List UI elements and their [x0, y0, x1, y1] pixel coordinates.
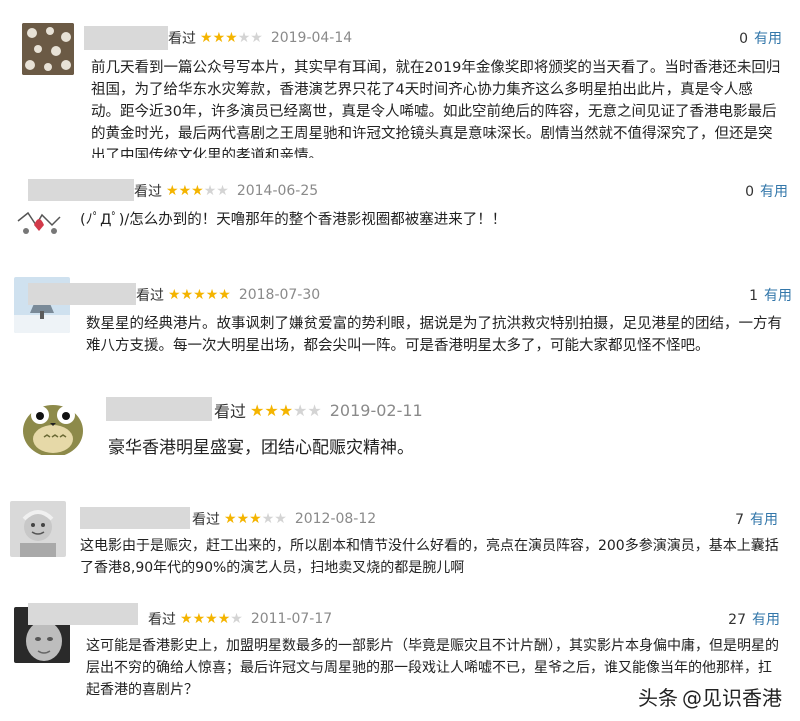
star-filled-icon: ★: [250, 400, 265, 420]
rating-stars: ★ ★ ★ ★ ★: [200, 30, 263, 46]
review-date: 2019-02-11: [329, 400, 423, 420]
star-empty-icon: ★: [237, 30, 251, 46]
review-item: 看过 ★ ★ ★ ★ ★ 2018-07-30 1 有用 数星星的经典港片。故事讽刺了嫌贫…: [0, 265, 800, 365]
review-content: 豪华香港明星盛宴，团结心配赈灾精神。: [108, 438, 414, 458]
avatar-image: [22, 23, 74, 75]
useful-votes: 7 有用: [735, 509, 778, 529]
star-filled-icon: ★: [168, 287, 181, 303]
review-date: 2019-04-14: [270, 30, 353, 46]
watermark-prefix: 头条: [638, 686, 678, 710]
review-content: (ﾉﾟДﾟ)/怎么办到的！天噜那年的整个香港影视圈都被塞进来了！！: [80, 212, 507, 228]
rating-stars: ★ ★ ★ ★ ★: [168, 287, 231, 303]
star-filled-icon: ★: [217, 611, 231, 627]
star-empty-icon: ★: [274, 511, 287, 527]
watched-status: 看过: [134, 184, 162, 200]
star-filled-icon: ★: [264, 400, 279, 420]
star-filled-icon: ★: [224, 511, 237, 527]
star-empty-icon: ★: [293, 400, 308, 420]
user-avatar[interactable]: [22, 23, 74, 75]
star-filled-icon: ★: [225, 30, 238, 46]
star-filled-icon: ★: [236, 511, 250, 527]
useful-button[interactable]: 有用: [754, 31, 782, 47]
watched-status: 看过: [214, 402, 247, 421]
star-empty-icon: ★: [230, 611, 243, 627]
watched-status: 看过: [168, 31, 196, 47]
username-redacted[interactable]: [28, 603, 138, 625]
star-filled-icon: ★: [278, 400, 294, 420]
review-date: 2014-06-25: [236, 183, 319, 199]
review-item: 看过 ★ ★ ★ ★ ★ 2019-02-11 豪华香港明星盛宴，团结心配赈灾精神。: [0, 365, 800, 485]
watched-status: 看过: [148, 612, 176, 628]
review-date: 2012-08-12: [294, 511, 377, 527]
user-avatar[interactable]: [10, 501, 66, 557]
star-empty-icon: ★: [203, 183, 217, 199]
vote-count: 1: [749, 288, 758, 304]
review-date: 2011-07-17: [250, 611, 333, 627]
star-filled-icon: ★: [200, 30, 213, 46]
watermark-handle: @见识香港: [682, 686, 782, 710]
useful-votes: 27 有用: [728, 609, 780, 629]
review-content: 数星星的经典港片。故事讽刺了嫌贫爱富的势利眼，据说是为了抗洪救灾特别拍摄，足见港…: [86, 316, 782, 354]
useful-votes: 0 有用: [739, 28, 782, 48]
username-redacted[interactable]: [28, 283, 136, 305]
star-filled-icon: ★: [249, 511, 262, 527]
watched-status: 看过: [136, 288, 164, 304]
review-item: 看过 ★ ★ ★ ★ ★ 2014-06-25 0 有用 (ﾉﾟДﾟ)/怎么办到的！天噜那…: [0, 165, 800, 265]
star-empty-icon: ★: [250, 30, 263, 46]
star-filled-icon: ★: [205, 611, 218, 627]
star-empty-icon: ★: [261, 511, 275, 527]
star-filled-icon: ★: [193, 287, 206, 303]
avatar-image: [20, 389, 86, 455]
star-filled-icon: ★: [180, 287, 194, 303]
vote-count: 0: [739, 31, 748, 47]
star-filled-icon: ★: [212, 30, 226, 46]
useful-button[interactable]: 有用: [750, 512, 778, 528]
star-empty-icon: ★: [216, 183, 229, 199]
username-redacted[interactable]: [84, 26, 168, 50]
username-redacted[interactable]: [80, 507, 190, 529]
user-avatar[interactable]: [20, 389, 86, 455]
rating-stars: ★ ★ ★ ★ ★: [224, 511, 287, 527]
avatar-image: [10, 501, 66, 557]
star-filled-icon: ★: [192, 611, 206, 627]
review-item: 看过 ★ ★ ★ ★ ★ 2019-04-14 0 有用 前几天看到一篇公众号写本片，其实…: [0, 0, 800, 165]
watched-status: 看过: [192, 512, 220, 528]
useful-votes: 1 有用: [749, 285, 792, 305]
star-filled-icon: ★: [178, 183, 192, 199]
vote-count: 27: [728, 612, 746, 628]
useful-votes: 0 有用: [745, 181, 788, 201]
review-date: 2018-07-30: [238, 287, 321, 303]
useful-button[interactable]: 有用: [752, 612, 780, 628]
toutiao-watermark: 头条 @见识香港: [638, 682, 782, 711]
review-content: 前几天看到一篇公众号写本片，其实早有耳闻，就在2019年金像奖即将颁奖的当天看了…: [91, 60, 781, 158]
useful-button[interactable]: 有用: [764, 288, 792, 304]
star-filled-icon: ★: [166, 183, 179, 199]
vote-count: 0: [745, 184, 754, 200]
review-item: 看过 ★ ★ ★ ★ ★ 2012-08-12 7 有用 这电影由于是赈灾，赶工出来的，所…: [0, 485, 800, 597]
username-redacted[interactable]: [106, 397, 212, 421]
rating-stars: ★ ★ ★ ★ ★: [250, 401, 322, 420]
useful-button[interactable]: 有用: [760, 184, 788, 200]
username-redacted[interactable]: [28, 179, 134, 201]
rating-stars: ★ ★ ★ ★ ★: [180, 611, 243, 627]
star-filled-icon: ★: [205, 287, 219, 303]
star-filled-icon: ★: [218, 287, 231, 303]
star-filled-icon: ★: [191, 183, 204, 199]
review-content: 这电影由于是赈灾，赶工出来的，所以剧本和情节没什么好看的，亮点在演员阵容，200…: [80, 538, 779, 576]
star-empty-icon: ★: [307, 400, 322, 420]
vote-count: 7: [735, 512, 744, 528]
star-filled-icon: ★: [180, 611, 193, 627]
rating-stars: ★ ★ ★ ★ ★: [166, 183, 229, 199]
